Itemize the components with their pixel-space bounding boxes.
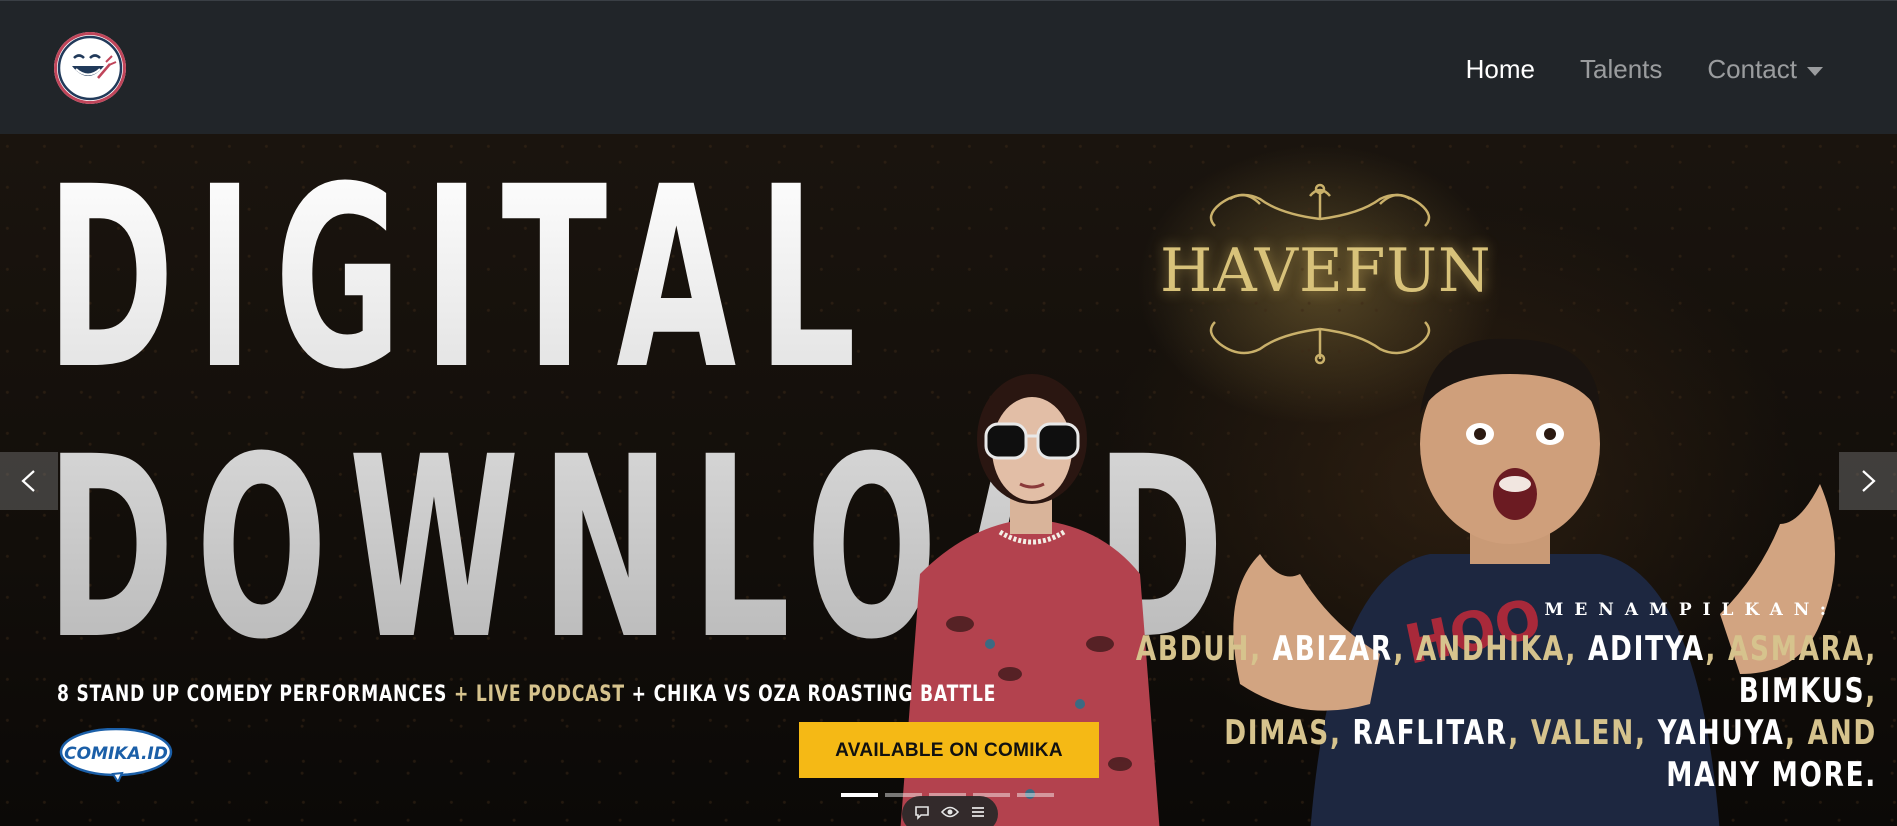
nav-contact-dropdown[interactable]: Contact bbox=[1707, 49, 1823, 89]
available-on-comika-button[interactable]: AVAILABLE ON COMIKA bbox=[799, 722, 1099, 778]
nav-links: Home Talents Contact bbox=[1421, 49, 1823, 89]
talent-name: ABIZAR bbox=[1272, 629, 1394, 669]
carousel-indicator[interactable] bbox=[841, 793, 878, 797]
tagline-plus: + bbox=[631, 682, 647, 707]
talent-name: RAFLITAR bbox=[1352, 713, 1509, 753]
talents-list: ABDUH, ABIZAR, ANDHIKA, ADITYA, ASMARA, … bbox=[1135, 629, 1877, 795]
svg-text:COMIKA.ID: COMIKA.ID bbox=[64, 744, 168, 764]
hero-carousel: DIGITAL DOWNLOAD HAVEFUN HOO MENAMPILKAN… bbox=[0, 134, 1897, 826]
eye-icon[interactable] bbox=[940, 804, 960, 824]
featuring-label: MENAMPILKAN: bbox=[1544, 600, 1837, 620]
carousel-next-button[interactable] bbox=[1839, 452, 1897, 510]
tagline-part3: CHIKA VS OZA ROASTING BATTLE bbox=[653, 682, 997, 707]
caret-down-icon bbox=[1807, 66, 1823, 76]
nav-contact-label: Contact bbox=[1707, 54, 1797, 84]
comika-logo: COMIKA.ID bbox=[59, 728, 173, 782]
comment-icon[interactable] bbox=[914, 804, 930, 824]
nav-home-link[interactable]: Home bbox=[1466, 49, 1535, 89]
chevron-right-icon bbox=[1862, 470, 1876, 492]
site-logo[interactable] bbox=[54, 32, 126, 104]
laughing-face-icon bbox=[57, 35, 123, 101]
menu-icon[interactable] bbox=[970, 804, 986, 824]
havefun-text: HAVEFUN bbox=[1160, 236, 1492, 306]
talent-name: YAHUYA bbox=[1657, 713, 1786, 753]
talents-and: AND bbox=[1807, 713, 1877, 753]
talent-name: DIMAS bbox=[1224, 713, 1330, 753]
talent-name: VALEN bbox=[1530, 713, 1635, 753]
talent-name: BIMKUS bbox=[1738, 671, 1866, 711]
navbar: Home Talents Contact bbox=[0, 0, 1897, 134]
carousel-indicator[interactable] bbox=[1017, 793, 1054, 797]
talents-more: MANY MORE. bbox=[1666, 755, 1877, 795]
talent-name: ANDHIKA bbox=[1416, 629, 1566, 669]
hero-tagline: 8 STAND UP COMEDY PERFORMANCES + LIVE PO… bbox=[57, 682, 996, 707]
carousel-prev-button[interactable] bbox=[0, 452, 58, 510]
talent-name: ADITYA bbox=[1587, 629, 1706, 669]
floating-toolbar bbox=[902, 796, 998, 826]
chevron-left-icon bbox=[21, 470, 35, 492]
nav-talents-link[interactable]: Talents bbox=[1580, 49, 1662, 89]
talent-name: ABDUH bbox=[1135, 629, 1251, 669]
tagline-plus: + bbox=[453, 682, 470, 707]
talent-name: ASMARA bbox=[1727, 629, 1866, 669]
tagline-part2: LIVE PODCAST bbox=[475, 682, 625, 707]
tagline-part1: 8 STAND UP COMEDY PERFORMANCES bbox=[57, 682, 448, 707]
hero-title-line1: DIGITAL bbox=[46, 134, 878, 424]
